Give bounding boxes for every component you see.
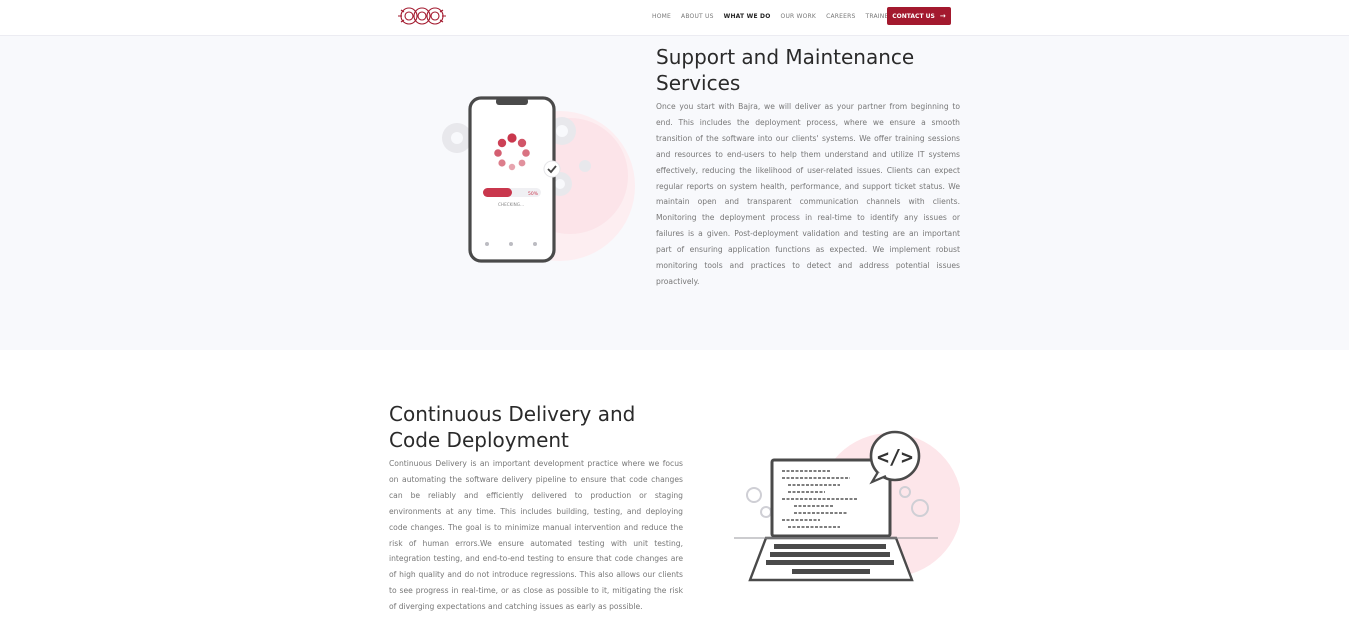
contact-us-button[interactable]: CONTACT US →	[887, 7, 951, 25]
delivery-description: Continuous Delivery is an important deve…	[389, 459, 683, 612]
support-title-line1: Support and Maintenance	[656, 45, 915, 69]
progress-percent-label: 50%	[528, 191, 539, 197]
contact-us-label: CONTACT US	[892, 12, 935, 20]
phone-loading-illustration: 50% CHECKING...	[430, 66, 640, 276]
nav-careers[interactable]: CAREERS	[826, 13, 855, 20]
bajra-logo[interactable]	[396, 3, 448, 29]
delivery-title-line1: Continuous Delivery and	[389, 402, 636, 426]
support-title-line2: Services	[656, 71, 741, 95]
progress-status-label: CHECKING...	[498, 202, 524, 207]
support-maintenance-section: 50% CHECKING... Support and Maintenance …	[0, 36, 1349, 350]
nav-menu: HOME ABOUT US WHAT WE DO OUR WORK CAREER…	[652, 0, 907, 32]
continuous-delivery-section: Continuous Delivery and Code Deployment …	[0, 350, 1349, 635]
nav-about-us[interactable]: ABOUT US	[681, 13, 714, 20]
delivery-title-line2: Code Deployment	[389, 428, 569, 452]
nav-what-we-do[interactable]: WHAT WE DO	[724, 13, 771, 20]
code-badge-text: </>	[877, 445, 913, 469]
delivery-title: Continuous Delivery and Code Deployment	[389, 401, 689, 453]
top-navbar: HOME ABOUT US WHAT WE DO OUR WORK CAREER…	[0, 0, 1349, 36]
support-description: Once you start with Bajra, we will deliv…	[656, 102, 960, 286]
arrow-right-icon: →	[939, 12, 946, 20]
nav-home[interactable]: HOME	[652, 13, 671, 20]
support-title: Support and Maintenance Services	[656, 44, 956, 96]
nav-our-work[interactable]: OUR WORK	[781, 13, 817, 20]
laptop-code-illustration: </>	[730, 420, 962, 595]
